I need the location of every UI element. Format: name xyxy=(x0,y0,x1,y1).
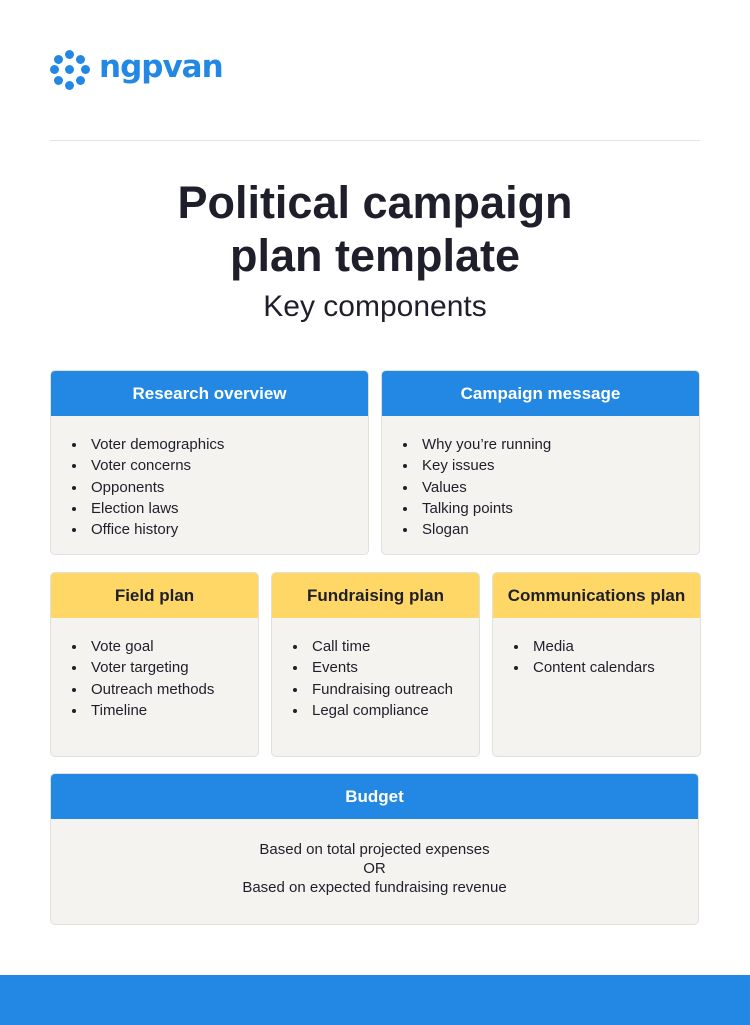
list-item: Voter targeting xyxy=(72,657,258,678)
list-item: Timeline xyxy=(72,700,258,721)
campaign-message-card: Campaign message Why you’re running Key … xyxy=(381,370,700,555)
list-item: Key issues xyxy=(403,455,699,476)
list-item: Outreach methods xyxy=(72,679,258,700)
title-line-1: Political campaign xyxy=(177,177,573,228)
list-item: Voter concerns xyxy=(72,455,368,476)
budget-line: Based on expected fundraising revenue xyxy=(242,879,507,896)
budget-line: OR xyxy=(363,860,386,877)
title-line-2: plan template xyxy=(229,230,521,281)
list-item: Office history xyxy=(72,519,368,540)
list-item: Call time xyxy=(293,636,479,657)
card-title: Communications plan xyxy=(493,573,700,618)
list-item: Slogan xyxy=(403,519,699,540)
fundraising-plan-card: Fundraising plan Call time Events Fundra… xyxy=(271,572,480,757)
card-title: Fundraising plan xyxy=(272,573,479,618)
list-item: Legal compliance xyxy=(293,700,479,721)
card-title: Budget xyxy=(51,774,698,819)
communications-list: Media Content calendars xyxy=(493,618,700,679)
logo-wordmark: ngpvan xyxy=(99,48,224,85)
budget-line: Based on total projected expenses xyxy=(259,841,490,858)
list-item: Events xyxy=(293,657,479,678)
page-subtitle: Key components xyxy=(263,290,487,323)
list-item: Vote goal xyxy=(72,636,258,657)
card-title: Field plan xyxy=(51,573,258,618)
message-list: Why you’re running Key issues Values Tal… xyxy=(382,416,699,540)
research-list: Voter demographics Voter concerns Oppone… xyxy=(51,416,368,540)
header-divider xyxy=(50,140,700,141)
list-item: Fundraising outreach xyxy=(293,679,479,700)
list-item: Values xyxy=(403,477,699,498)
logo-dots-icon xyxy=(50,50,90,90)
ngpvan-logo: ngpvan xyxy=(50,48,224,91)
research-overview-card: Research overview Voter demographics Vot… xyxy=(50,370,369,555)
list-item: Election laws xyxy=(72,498,368,519)
list-item: Why you’re running xyxy=(403,434,699,455)
communications-plan-card: Communications plan Media Content calend… xyxy=(492,572,701,757)
field-list: Vote goal Voter targeting Outreach metho… xyxy=(51,618,258,721)
card-title: Campaign message xyxy=(382,371,699,416)
field-plan-card: Field plan Vote goal Voter targeting Out… xyxy=(50,572,259,757)
list-item: Media xyxy=(514,636,700,657)
footer-bar xyxy=(0,975,750,1025)
list-item: Content calendars xyxy=(514,657,700,678)
list-item: Voter demographics xyxy=(72,434,368,455)
budget-description: Based on total projected expenses OR Bas… xyxy=(51,819,698,897)
card-title: Research overview xyxy=(51,371,368,416)
page-title: Political campaign plan template xyxy=(0,176,750,282)
budget-card: Budget Based on total projected expenses… xyxy=(50,773,699,925)
fundraising-list: Call time Events Fundraising outreach Le… xyxy=(272,618,479,721)
list-item: Opponents xyxy=(72,477,368,498)
list-item: Talking points xyxy=(403,498,699,519)
